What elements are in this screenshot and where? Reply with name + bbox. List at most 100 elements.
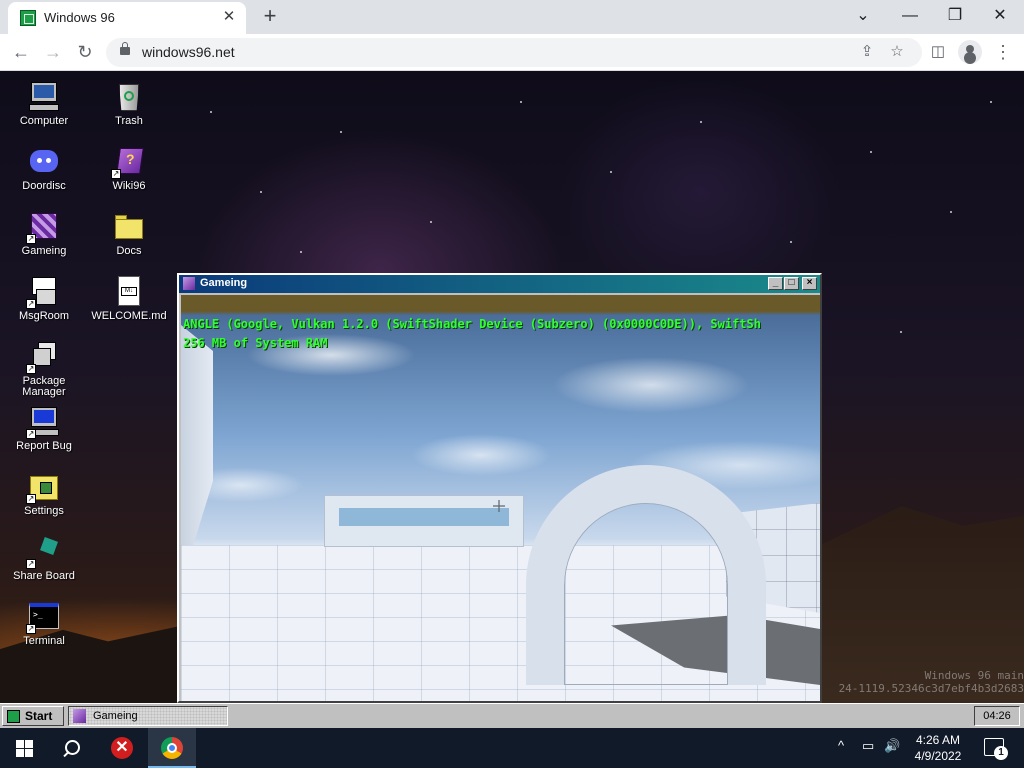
profile-avatar-icon[interactable] xyxy=(958,40,982,64)
windows-start-button[interactable] xyxy=(0,728,48,768)
star xyxy=(430,221,432,223)
desktop-icon-package-manager[interactable]: ↗ Package Manager xyxy=(6,340,82,398)
forward-arrow-icon[interactable]: → xyxy=(40,39,66,65)
browser-tab[interactable]: Windows 96 ✕ xyxy=(8,2,246,34)
desktop-icon-label: Docs xyxy=(116,245,142,257)
window-minimize-button[interactable]: — xyxy=(895,3,925,29)
volume-icon[interactable]: 🔊 xyxy=(884,738,900,754)
star xyxy=(610,171,612,173)
network-icon[interactable]: ▭ xyxy=(862,738,874,754)
windows96-favicon-icon xyxy=(20,10,36,26)
desktop-icon-label: Computer xyxy=(19,115,69,127)
window-close-button[interactable]: ✕ xyxy=(985,3,1015,29)
desktop-icon-label: Share Board xyxy=(13,570,75,582)
desktop-icon-label: Report Bug xyxy=(16,440,72,452)
system-clock[interactable]: 4:26 AM 4/9/2022 xyxy=(900,732,976,764)
desktop-icon-wiki96[interactable]: ? ↗ Wiki96 xyxy=(91,145,167,192)
desktop-icon-label: Doordisc xyxy=(22,180,66,192)
more-menu-icon[interactable]: ⋮ xyxy=(990,39,1016,65)
windows-logo-icon xyxy=(25,749,33,757)
taskbar-app-chrome[interactable] xyxy=(148,728,196,768)
desktop-icon-label: Trash xyxy=(115,115,143,127)
desktop-icon-label: Gameing xyxy=(21,245,67,257)
desktop-icon-trash[interactable]: Trash xyxy=(91,80,167,127)
minimize-button[interactable]: _ xyxy=(768,277,783,290)
tab-search-button[interactable]: ⌄ xyxy=(848,3,878,29)
star xyxy=(900,331,902,333)
windows-logo-icon xyxy=(16,740,24,748)
package-manager-icon: ↗ xyxy=(26,340,60,374)
star xyxy=(700,121,702,123)
game-cube-icon: ↗ xyxy=(26,210,60,244)
win96-desktop: Computer Trash Doordisc ? ↗ Wiki96 ↗ Gam… xyxy=(0,71,1024,703)
desktop-icon-welcome-md[interactable]: M↓ WELCOME.md xyxy=(91,275,167,322)
star xyxy=(210,111,212,113)
hud-gpu-info: ANGLE (Google, Vulkan 1.2.0 (SwiftShader… xyxy=(183,317,761,331)
star xyxy=(990,101,992,103)
tab-close-icon[interactable]: ✕ xyxy=(220,8,238,26)
browser-toolbar: ← → ↻ windows96.net ⇪ ☆ ◫ ⋮ xyxy=(0,34,1024,71)
win96-start-button[interactable]: Start xyxy=(2,706,64,726)
crosshair-icon xyxy=(493,500,505,512)
win96-taskbar: Start Gameing 04:26 xyxy=(0,703,1024,728)
taskbar-app-red-x[interactable]: ✕ xyxy=(98,728,146,768)
desktop-icon-share-board[interactable]: ↗ Share Board xyxy=(6,535,82,582)
game-3d-viewport[interactable]: ANGLE (Google, Vulkan 1.2.0 (SwiftShader… xyxy=(181,295,820,701)
desktop-icon-docs[interactable]: Docs xyxy=(91,210,167,257)
close-button[interactable]: × xyxy=(802,277,817,290)
chrome-icon xyxy=(161,737,183,759)
side-panel-icon[interactable]: ◫ xyxy=(925,39,951,65)
search-icon[interactable] xyxy=(48,728,96,768)
gameing-window[interactable]: Gameing _ □ × ANGLE (Google, Vulkan 1.2.… xyxy=(177,273,822,703)
desktop-icon-report-bug[interactable]: ↗ Report Bug xyxy=(6,405,82,452)
bookmark-star-icon[interactable]: ☆ xyxy=(886,41,908,63)
star xyxy=(870,151,872,153)
address-bar[interactable]: windows96.net ⇪ ☆ xyxy=(106,38,922,67)
maximize-button[interactable]: □ xyxy=(784,277,799,290)
tray-chevron-icon[interactable]: ^ xyxy=(838,738,844,753)
desktop-icon-label: Package Manager xyxy=(22,375,66,398)
desktop-icon-msgroom[interactable]: ↗ MsgRoom xyxy=(6,275,82,322)
game-cube-icon xyxy=(183,277,195,290)
clock-date: 4/9/2022 xyxy=(914,749,962,763)
windows96-logo-icon xyxy=(7,710,20,723)
desktop-icon-gameing[interactable]: ↗ Gameing xyxy=(6,210,82,257)
build-watermark: Windows 96 main 24-1119.52346c3d7ebf4b3d… xyxy=(820,669,1024,695)
share-board-icon: ↗ xyxy=(26,535,60,569)
desktop-icon-doordisc[interactable]: Doordisc xyxy=(6,145,82,192)
desktop-icon-terminal[interactable]: >_ ↗ Terminal xyxy=(6,600,82,647)
star xyxy=(950,211,952,213)
new-tab-button[interactable]: + xyxy=(258,5,282,29)
desktop-icon-settings[interactable]: ↗ Settings xyxy=(6,470,82,517)
desktop-icon-label: Wiki96 xyxy=(112,180,146,192)
trash-icon xyxy=(113,80,145,112)
folder-icon xyxy=(113,210,145,242)
markdown-file-icon: M↓ xyxy=(113,275,145,307)
start-label: Start xyxy=(25,709,53,723)
reload-icon[interactable]: ↻ xyxy=(72,39,98,65)
star xyxy=(790,241,792,243)
taskbar-item-gameing[interactable]: Gameing xyxy=(68,706,228,726)
tab-title: Windows 96 xyxy=(44,10,115,25)
back-arrow-icon[interactable]: ← xyxy=(8,39,34,65)
window-restore-button[interactable]: ❐ xyxy=(940,3,970,29)
share-icon[interactable]: ⇪ xyxy=(856,41,878,63)
computer-icon xyxy=(28,80,60,112)
star xyxy=(340,131,342,133)
report-bug-icon: ↗ xyxy=(26,405,60,439)
win96-clock: 04:26 xyxy=(974,706,1020,726)
lock-icon[interactable] xyxy=(120,42,130,55)
hud-ram-info: 256 MB of System RAM xyxy=(183,336,328,350)
wiki-book-icon: ? ↗ xyxy=(111,145,145,179)
star xyxy=(300,251,302,253)
desktop-icon-computer[interactable]: Computer xyxy=(6,80,82,127)
taskbar-item-label: Gameing xyxy=(93,710,138,722)
windows-logo-icon xyxy=(25,740,33,748)
msgroom-icon: ↗ xyxy=(26,275,60,309)
url-text[interactable]: windows96.net xyxy=(142,44,235,60)
notification-count-badge: 1 xyxy=(994,746,1008,760)
desktop-icon-label: WELCOME.md xyxy=(91,310,167,322)
window-titlebar[interactable]: Gameing _ □ × xyxy=(179,275,820,293)
settings-icon: ↗ xyxy=(26,470,60,504)
desktop-icon-label: Settings xyxy=(24,505,64,517)
